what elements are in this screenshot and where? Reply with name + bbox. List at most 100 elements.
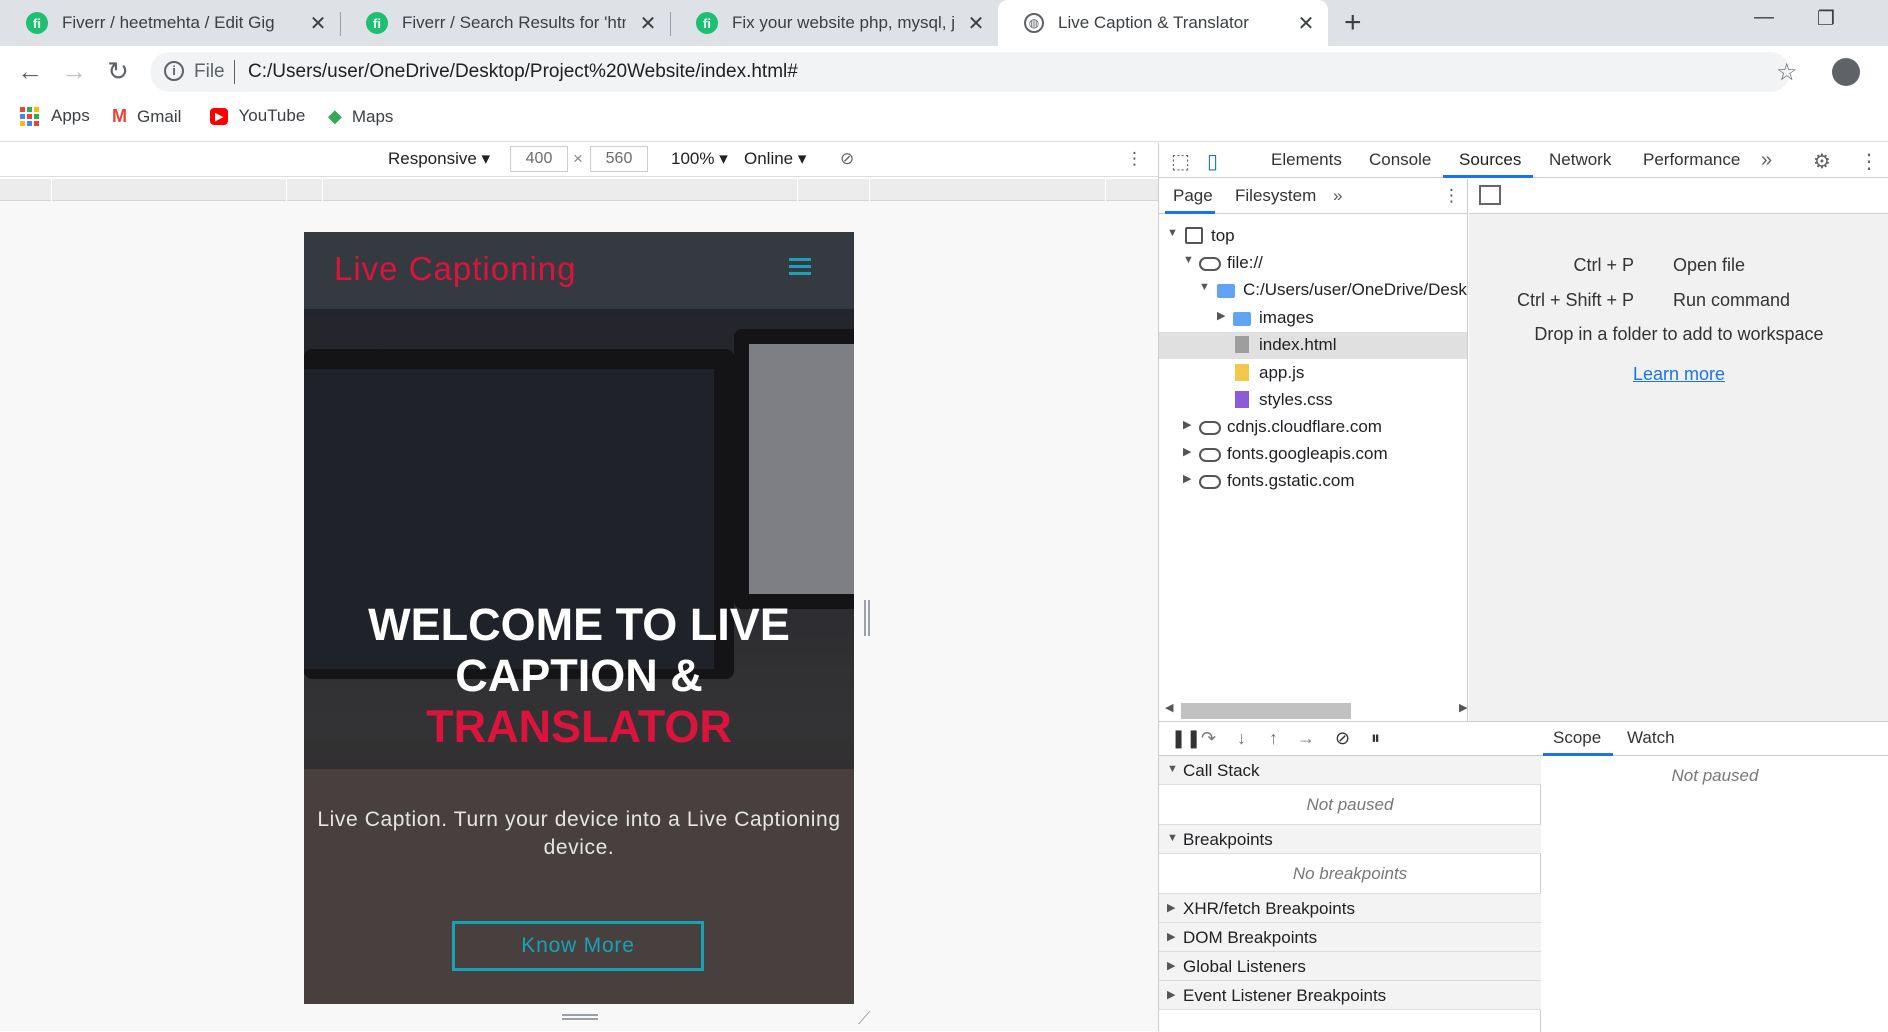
throttle-dropdown[interactable]: Online ▾ (744, 149, 806, 169)
tab-elements[interactable]: Elements (1271, 150, 1342, 170)
ruler-segment[interactable] (52, 179, 287, 201)
back-button[interactable]: ← (12, 56, 48, 87)
tree-item[interactable]: ▼ top (1159, 223, 1467, 250)
tree-item[interactable]: ▶ fonts.googleapis.com (1159, 441, 1467, 468)
pause-icon[interactable]: ❚❚ (1171, 728, 1201, 749)
site-logo[interactable]: Live Captioning (334, 250, 577, 288)
media-query-bar[interactable] (0, 179, 1158, 201)
rotate-icon[interactable]: ⊘ (840, 149, 854, 169)
url-text[interactable]: C:/Users/user/OneDrive/Desktop/Project%2… (248, 61, 798, 83)
ruler-segment[interactable] (323, 179, 798, 201)
forward-button[interactable]: → (56, 56, 92, 87)
expanded-arrow-icon: ▼ (1167, 832, 1178, 844)
bookmark-maps[interactable]: ◆ Maps (328, 106, 393, 127)
tree-item[interactable]: ▼ C:/Users/user/OneDrive/Desktop (1159, 277, 1467, 304)
tree-label: app.js (1259, 363, 1305, 382)
tree-item[interactable]: app.js (1159, 360, 1467, 387)
settings-gear-icon[interactable]: ⚙ (1813, 149, 1831, 174)
more-tabs-icon[interactable]: » (1761, 149, 1772, 172)
scrollbar-thumb[interactable] (1181, 703, 1351, 719)
folder-icon (1233, 312, 1251, 326)
cloud-icon (1199, 475, 1221, 489)
close-tab-icon[interactable]: ✕ (966, 11, 986, 36)
tab-page[interactable]: Page (1173, 186, 1213, 206)
tab-performance[interactable]: Performance (1643, 150, 1740, 170)
browser-tab[interactable]: fi Fiverr / heetmehta / Edit Gig ✕ (0, 0, 340, 46)
event-listener-breakpoints-header[interactable]: ▶ Event Listener Breakpoints (1159, 981, 1541, 1010)
device-toolbar: Responsive ▾ 400 × 560 100% ▾ Online ▾ ⊘… (0, 143, 1158, 177)
call-stack-header[interactable]: ▼ Call Stack (1159, 756, 1541, 785)
bookmark-label: Maps (351, 106, 394, 126)
new-tab-button[interactable]: + (1344, 6, 1362, 40)
xhr-breakpoints-header[interactable]: ▶ XHR/fetch Breakpoints (1159, 894, 1541, 923)
active-nav-tab-indicator (1165, 211, 1215, 214)
tree-item[interactable]: ▶ cdnjs.cloudflare.com (1159, 414, 1467, 441)
tab-watch[interactable]: Watch (1627, 728, 1675, 748)
account-avatar-icon[interactable] (1832, 58, 1860, 86)
know-more-button[interactable]: Know More (452, 921, 704, 971)
zoom-dropdown[interactable]: 100% ▾ (671, 149, 728, 169)
debugger-sections: ▼ Call Stack Not paused ▼ Breakpoints No… (1159, 756, 1541, 1032)
resize-corner-icon[interactable]: ⟋ (858, 1008, 871, 1029)
address-bar[interactable]: i File C:/Users/user/OneDrive/Desktop/Pr… (150, 52, 1790, 92)
tab-scope[interactable]: Scope (1553, 728, 1601, 748)
width-input[interactable]: 400 (510, 146, 568, 172)
navigator-scrollbar[interactable]: ◀ ▶ (1165, 701, 1467, 719)
tree-item-selected[interactable]: index.html (1159, 332, 1467, 359)
reload-button[interactable]: ↻ (100, 56, 136, 87)
learn-more-link[interactable]: Learn more (1469, 364, 1888, 385)
more-options-icon[interactable]: ⋮ (1126, 149, 1143, 169)
ruler-segment[interactable] (798, 179, 870, 201)
resize-handle-right[interactable] (864, 600, 870, 636)
close-tab-icon[interactable]: ✕ (638, 11, 658, 36)
dom-breakpoints-header[interactable]: ▶ DOM Breakpoints (1159, 923, 1541, 952)
browser-tab[interactable]: fi Fix your website php, mysql, java ✕ (670, 0, 998, 46)
bookmark-apps[interactable]: Apps (20, 106, 90, 126)
tree-item[interactable]: ▼ file:// (1159, 250, 1467, 277)
resize-handle-bottom[interactable] (562, 1014, 598, 1020)
collapsed-arrow-icon: ▶ (1183, 446, 1192, 458)
step-over-icon[interactable]: ↷ (1201, 728, 1216, 749)
tree-item[interactable]: ▶ images (1159, 305, 1467, 332)
step-icon[interactable]: → (1297, 728, 1315, 749)
tab-filesystem[interactable]: Filesystem (1235, 186, 1316, 206)
browser-tab-active[interactable]: ◍ Live Caption & Translator ✕ (998, 0, 1328, 46)
pause-on-exceptions-icon[interactable]: ⏸ (1371, 728, 1380, 749)
inspect-element-icon[interactable]: ⬚ (1171, 149, 1190, 174)
device-toggle-icon[interactable]: ▯ (1207, 149, 1218, 174)
toggle-navigator-icon[interactable] (1479, 185, 1501, 205)
restore-button[interactable]: ❐ (1806, 6, 1846, 31)
info-icon[interactable]: i (164, 61, 184, 81)
deactivate-breakpoints-icon[interactable]: ⊘ (1335, 728, 1350, 749)
breakpoints-header[interactable]: ▼ Breakpoints (1159, 825, 1541, 854)
height-input[interactable]: 560 (590, 146, 648, 172)
navigator-menu-icon[interactable]: ⋮ (1443, 186, 1460, 206)
scroll-left-icon[interactable]: ◀ (1165, 701, 1173, 714)
device-mode-label: Responsive (388, 149, 477, 168)
step-out-icon[interactable]: ↑ (1269, 728, 1278, 749)
hamburger-menu-icon[interactable] (789, 258, 811, 279)
ruler-segment[interactable] (0, 179, 52, 201)
more-nav-tabs-icon[interactable]: » (1333, 186, 1342, 206)
close-tab-icon[interactable]: ✕ (308, 11, 328, 36)
ruler-segment[interactable] (287, 179, 323, 201)
tab-network[interactable]: Network (1549, 150, 1611, 170)
active-tab-indicator (1443, 175, 1533, 178)
scroll-right-icon[interactable]: ▶ (1459, 701, 1467, 714)
tree-item[interactable]: ▶ fonts.gstatic.com (1159, 468, 1467, 495)
bookmark-gmail[interactable]: M Gmail (112, 106, 181, 127)
bookmark-youtube[interactable]: ▶ YouTube (210, 106, 305, 126)
tab-console[interactable]: Console (1369, 150, 1431, 170)
tab-strip: fi Fiverr / heetmehta / Edit Gig ✕ fi Fi… (0, 0, 1888, 46)
global-listeners-header[interactable]: ▶ Global Listeners (1159, 952, 1541, 981)
browser-tab[interactable]: fi Fiverr / Search Results for 'html e ✕ (340, 0, 670, 46)
ruler-segment[interactable] (870, 179, 1106, 201)
close-tab-icon[interactable]: ✕ (1296, 11, 1316, 36)
tab-sources[interactable]: Sources (1459, 150, 1521, 170)
device-mode-dropdown[interactable]: Responsive ▾ (388, 149, 490, 169)
step-into-icon[interactable]: ↓ (1237, 728, 1246, 749)
minimize-button[interactable]: — (1744, 6, 1784, 29)
devtools-menu-icon[interactable]: ⋮ (1859, 149, 1879, 174)
bookmark-star-icon[interactable]: ☆ (1776, 58, 1798, 87)
tree-item[interactable]: styles.css (1159, 387, 1467, 414)
